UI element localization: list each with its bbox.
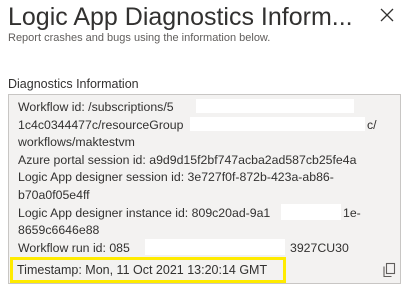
redacted-region — [145, 239, 285, 255]
diagnostics-label: Diagnostics Information — [8, 77, 139, 91]
close-button[interactable] — [376, 4, 398, 26]
copy-icon — [383, 262, 396, 278]
designer-session-id-line: Logic App designer session id: 3e727f0f-… — [18, 170, 334, 184]
redacted-region — [190, 117, 365, 131]
workflow-run-id-line: Workflow run id: 085 — [18, 241, 130, 255]
timestamp-line: Timestamp: Mon, 11 Oct 2021 13:20:14 GMT — [17, 263, 268, 277]
close-icon — [380, 8, 394, 22]
copy-button[interactable] — [382, 262, 396, 278]
workflow-id-line: 1c4c0344477c/resourceGroup — [18, 118, 184, 132]
dialog-subtitle: Report crashes and bugs using the inform… — [8, 32, 271, 44]
designer-instance-id-line: 1e- — [343, 206, 361, 220]
workflow-id-line: c/ — [367, 118, 377, 132]
workflow-id-line: Workflow id: /subscriptions/5 — [18, 100, 174, 114]
workflow-run-id-line: 3927CU30 — [290, 241, 349, 255]
designer-session-id-line: b70a0f05e4ff — [18, 188, 90, 202]
redacted-region — [196, 99, 354, 113]
workflow-id-line: workflows/maktestvm — [18, 135, 135, 149]
portal-session-id-line: Azure portal session id: a9d9d15f2bf747a… — [18, 153, 357, 167]
diagnostics-text-area[interactable]: Workflow id: /subscriptions/5 1c4c034447… — [8, 94, 401, 284]
dialog-title: Logic App Diagnostics Inform... — [8, 3, 353, 31]
redacted-region — [281, 204, 341, 220]
designer-instance-id-line: 8659c6646e88 — [18, 223, 100, 237]
designer-instance-id-line: Logic App designer instance id: 809c20ad… — [18, 206, 271, 220]
